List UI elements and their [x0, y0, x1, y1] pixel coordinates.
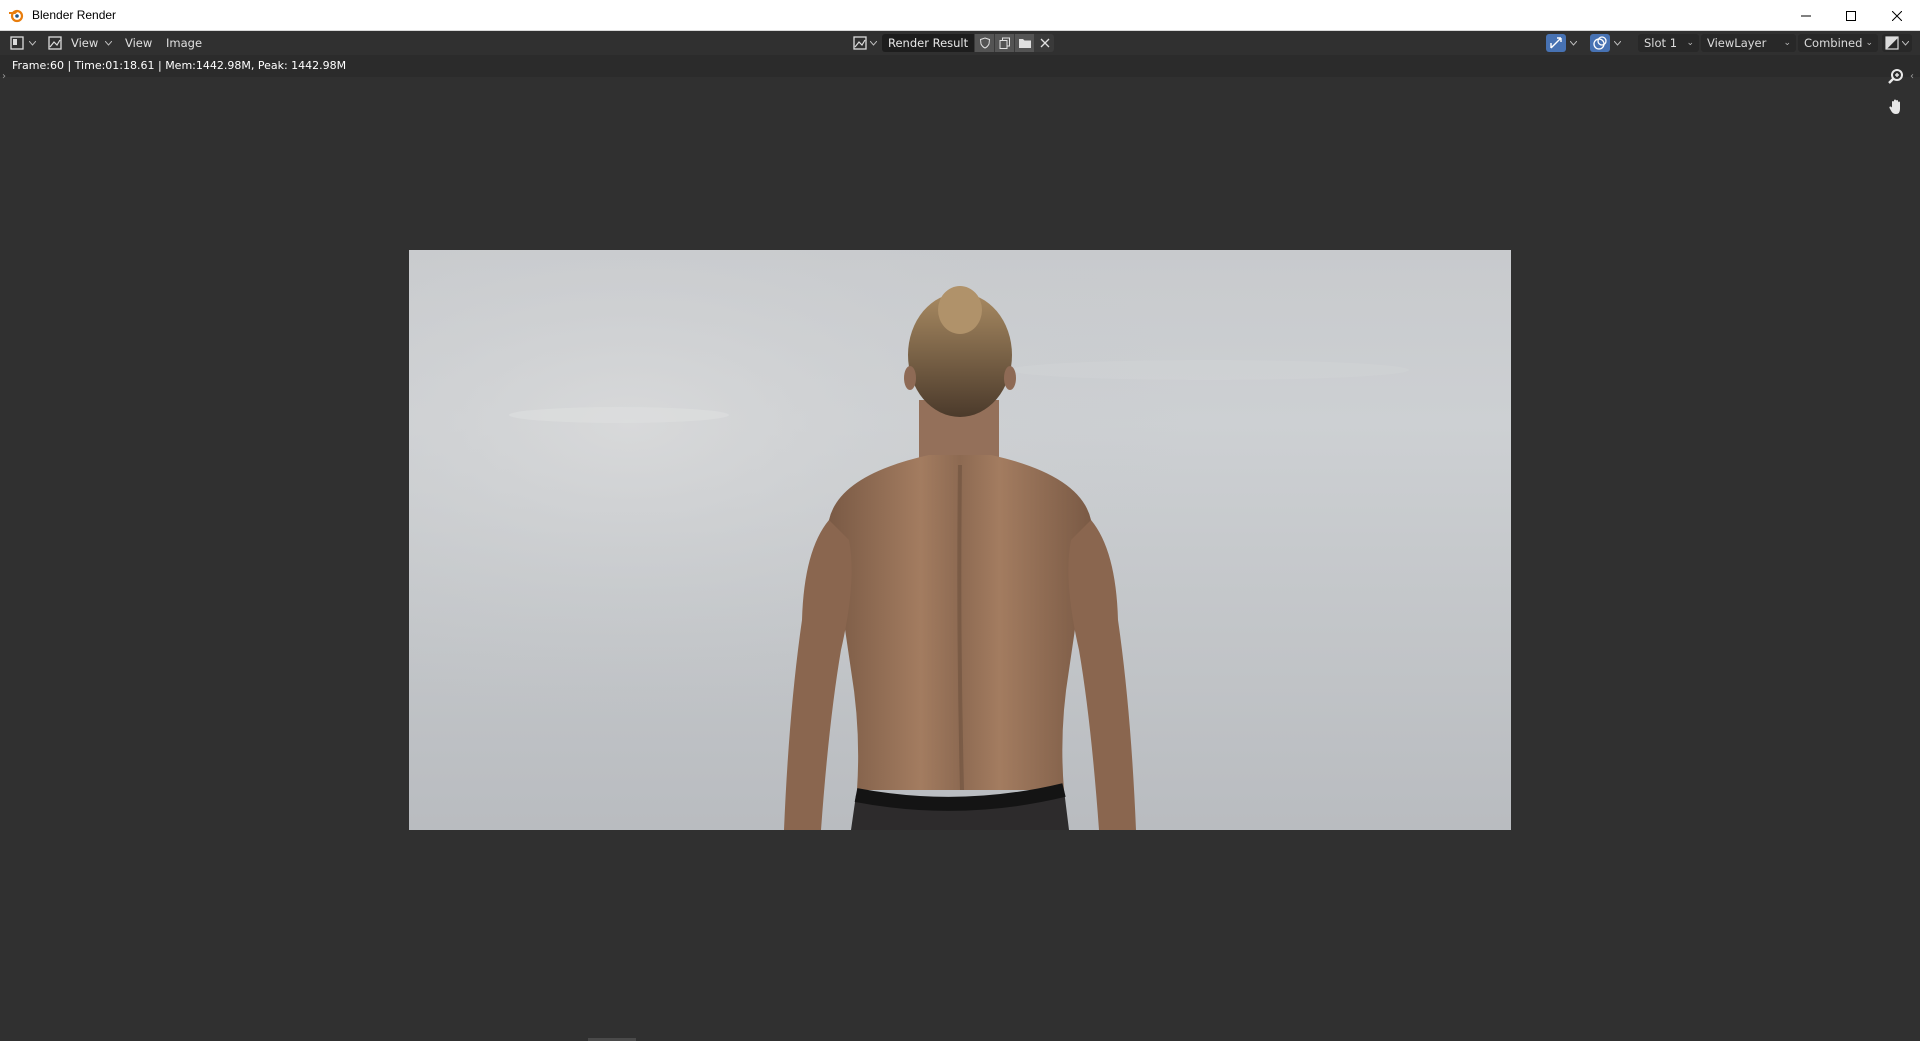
display-channels-icon: [1885, 36, 1899, 50]
gizmo-icon: [1550, 37, 1562, 49]
image-viewport[interactable]: › ‹: [0, 69, 1920, 1041]
render-stats-text: Frame:60 | Time:01:18.61 | Mem:1442.98M,…: [12, 59, 347, 72]
editor-type-button[interactable]: [10, 34, 36, 52]
unlink-image-button[interactable]: [1034, 34, 1055, 52]
window-title: Blender Render: [32, 8, 117, 22]
chevron-down-icon: [1902, 40, 1909, 46]
gizmo-toggle[interactable]: [1546, 34, 1566, 52]
close-icon: [1040, 38, 1050, 48]
shield-icon: [979, 37, 990, 49]
overlay-icon: [1593, 36, 1607, 50]
chevron-down-icon: [870, 40, 877, 46]
overlay-toggle[interactable]: [1590, 34, 1610, 52]
fake-user-button[interactable]: [974, 34, 995, 52]
overlay-options-dropdown[interactable]: [1611, 34, 1623, 52]
duplicate-icon: [999, 37, 1010, 49]
window-close-button[interactable]: [1874, 0, 1920, 31]
chevron-down-icon: [1613, 40, 1621, 46]
menu-image[interactable]: Image: [162, 34, 206, 52]
chevron-down-icon: ⌄: [1783, 38, 1791, 48]
minimize-icon: [1801, 15, 1811, 16]
view-layer-label: ViewLayer: [1707, 36, 1767, 50]
chevron-down-icon: [105, 40, 113, 46]
render-pass-label: Combined: [1804, 36, 1863, 50]
chevron-down-icon: [1569, 40, 1577, 46]
chevron-down-icon: [29, 40, 36, 46]
image-browse-button[interactable]: [853, 34, 877, 52]
blender-logo-icon: [9, 9, 24, 23]
image-editor-icon: [10, 36, 24, 50]
chevron-down-icon: ⌄: [1686, 38, 1694, 48]
image-editor-header: View View Image Render Result Slot 1 ⌄ V…: [0, 31, 1920, 55]
pan-gizmo[interactable]: [1883, 94, 1909, 120]
render-result-image: [409, 250, 1511, 830]
slot-label: Slot 1: [1644, 36, 1678, 50]
render-pass-dropdown[interactable]: Combined ⌄: [1798, 34, 1878, 52]
maximize-button[interactable]: [1828, 0, 1874, 31]
view-layer-dropdown[interactable]: ViewLayer ⌄: [1701, 34, 1796, 52]
chevron-down-icon: ⌄: [1865, 38, 1873, 48]
folder-icon: [1018, 39, 1031, 48]
render-info-bar: Frame:60 | Time:01:18.61 | Mem:1442.98M,…: [0, 55, 1920, 77]
open-image-button[interactable]: [1014, 34, 1035, 52]
window-titlebar: Blender Render: [0, 0, 1920, 31]
maximize-icon: [1846, 10, 1856, 21]
view-mode-label: View: [71, 36, 99, 50]
view-mode-dropdown[interactable]: View: [48, 34, 113, 52]
display-channels-dropdown[interactable]: [1882, 34, 1912, 52]
image-browse-icon: [853, 36, 867, 50]
view-mode-icon: [48, 36, 62, 50]
zoom-icon: [1888, 69, 1903, 84]
gizmo-options-dropdown[interactable]: [1567, 34, 1579, 52]
image-name-field[interactable]: Render Result: [882, 34, 975, 52]
render-photo: [409, 250, 1511, 830]
sidebar-expand-arrow[interactable]: ‹: [1910, 71, 1914, 82]
toolbar-expand-arrow[interactable]: ›: [2, 71, 6, 82]
slot-dropdown[interactable]: Slot 1 ⌄: [1638, 34, 1699, 52]
zoom-gizmo[interactable]: [1883, 64, 1909, 90]
close-icon: [1892, 10, 1902, 21]
hand-icon: [1889, 99, 1900, 114]
minimize-button[interactable]: [1783, 0, 1829, 31]
menu-view[interactable]: View: [121, 34, 156, 52]
image-datablock: Render Result: [882, 34, 1082, 52]
new-image-button[interactable]: [994, 34, 1015, 52]
